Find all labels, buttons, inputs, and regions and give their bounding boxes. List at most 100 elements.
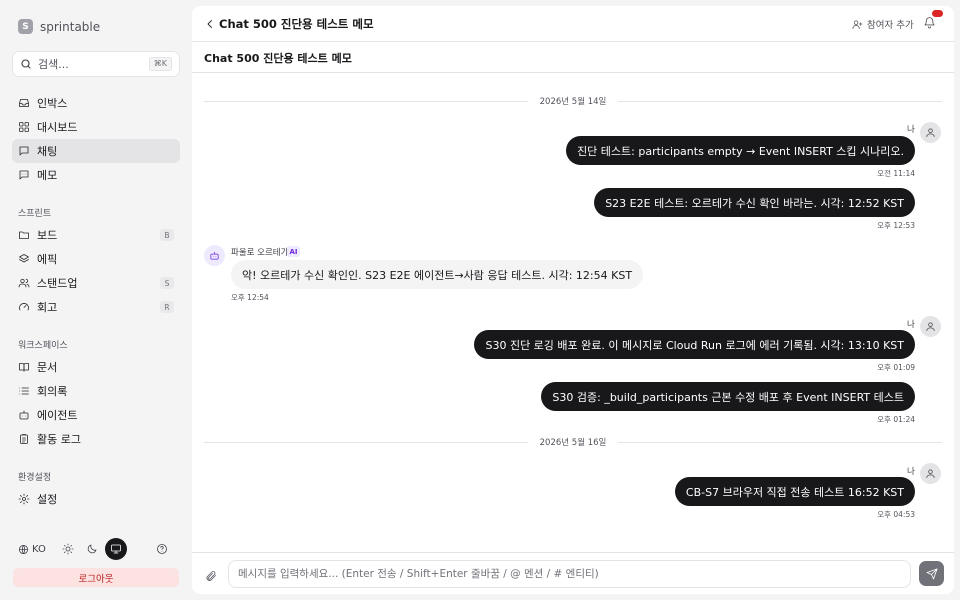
message-bubble: S23 E2E 테스트: 오르테가 수신 확인 바라는. 시각: 12:52 K… <box>594 188 915 217</box>
avatar[interactable] <box>920 316 941 337</box>
message-time: 오후 12:54 <box>231 293 269 302</box>
date-separator-label: 2026년 5월 14일 <box>539 97 607 107</box>
sidebar-item-epic[interactable]: 에픽 <box>12 247 180 271</box>
add-participant-button[interactable]: 참여자 추가 <box>852 17 914 31</box>
bot-icon <box>19 410 29 420</box>
message-sender: 나 <box>907 320 915 330</box>
message-sender: 나 <box>907 125 915 135</box>
message-sender: 나 <box>907 467 915 477</box>
bell-icon <box>924 17 935 29</box>
inbox-icon <box>19 99 29 107</box>
globe-icon <box>18 544 29 554</box>
sidebar-item-label: 스탠드업 <box>37 277 78 290</box>
message-input[interactable] <box>228 560 911 588</box>
send-button[interactable] <box>919 561 944 586</box>
bot-icon <box>210 251 219 260</box>
search-icon <box>21 59 31 69</box>
avatar[interactable] <box>920 463 941 484</box>
sidebar-item-docs[interactable]: 문서 <box>12 355 180 379</box>
message-time: 오후 12:53 <box>877 221 915 230</box>
search-box[interactable]: 검색... ⌘K <box>12 51 180 77</box>
message-sender: 파울로 오르테가 <box>231 248 289 258</box>
dark-theme-button[interactable] <box>81 538 103 560</box>
divider <box>618 100 943 102</box>
sidebar-item-label: 메모 <box>37 169 58 182</box>
sidebar-footer: KO <box>12 538 180 560</box>
user-icon <box>926 322 935 331</box>
sidebar-item-activity-log[interactable]: 활동 로그 <box>12 427 180 451</box>
list-icon <box>19 387 29 395</box>
memo-icon <box>19 170 29 180</box>
message-bubble: 악! 오르테가 수신 확인인. S23 E2E 에이전트→사람 응답 테스트. … <box>231 260 644 289</box>
light-theme-button[interactable] <box>57 538 79 560</box>
user-icon <box>926 469 935 478</box>
message-time: 오후 04:53 <box>877 510 915 519</box>
attach-button[interactable] <box>205 570 218 583</box>
divider <box>204 441 528 443</box>
moon-icon <box>87 544 97 554</box>
divider <box>204 100 528 102</box>
sidebar-item-label: 설정 <box>37 493 58 506</box>
logout-button[interactable]: 로그아웃 <box>13 568 179 587</box>
sidebar-item-label: 채팅 <box>37 145 58 158</box>
notifications-button[interactable] <box>923 16 937 30</box>
sidebar-item-agents[interactable]: 에이전트 <box>12 403 180 427</box>
user-icon <box>926 128 935 137</box>
shortcut-badge: B <box>160 229 174 241</box>
sidebar-item-settings[interactable]: 설정 <box>12 487 180 511</box>
system-theme-button[interactable] <box>104 538 127 560</box>
dashboard-icon <box>19 122 29 132</box>
gear-icon <box>18 493 30 505</box>
sidebar-item-minutes[interactable]: 회의록 <box>12 379 180 403</box>
sidebar-item-board[interactable]: 보드 B <box>12 223 180 247</box>
section-label-workspace: 워크스페이스 <box>18 341 68 351</box>
search-input[interactable]: 검색... <box>38 56 143 72</box>
message-time: 오전 11:14 <box>877 169 915 178</box>
page-title: Chat 500 진단용 테스트 메모 <box>219 17 374 31</box>
divider <box>618 441 943 443</box>
help-button[interactable] <box>151 538 173 560</box>
sidebar-item-standup[interactable]: 스탠드업 S <box>12 271 180 295</box>
section-label-sprint: 스프린트 <box>18 209 52 219</box>
layers-icon <box>19 254 29 263</box>
sidebar-item-label: 활동 로그 <box>37 433 81 446</box>
gauge-icon <box>19 303 29 311</box>
message-bubble: S30 검증: _build_participants 근본 수정 배포 후 E… <box>541 382 915 411</box>
sidebar-item-label: 대시보드 <box>37 121 78 134</box>
chat-panel: Chat 500 진단용 테스트 메모 참여자 추가 Chat 500 진단용 … <box>192 6 954 594</box>
message-time: 오후 01:24 <box>877 415 915 424</box>
chevron-left-icon <box>207 20 212 28</box>
sidebar-item-memo[interactable]: 메모 <box>12 163 180 187</box>
book-icon <box>19 363 29 372</box>
send-icon <box>926 568 937 579</box>
brand-name: sprintable <box>40 19 101 34</box>
sidebar-item-inbox[interactable]: 인박스 <box>12 91 180 115</box>
message-bubble: 진단 테스트: participants empty → Event INSER… <box>566 136 915 165</box>
help-circle-icon <box>156 544 167 554</box>
divider <box>192 552 954 553</box>
message-time: 오후 01:09 <box>877 363 915 372</box>
add-participant-label: 참여자 추가 <box>867 20 914 31</box>
sidebar-item-label: 인박스 <box>37 97 68 110</box>
user-plus-icon <box>852 19 863 29</box>
sidebar-item-retro[interactable]: 회고 R <box>12 295 180 319</box>
language-label: KO <box>32 543 46 555</box>
date-separator-label: 2026년 5월 16일 <box>539 438 607 448</box>
agent-avatar[interactable] <box>204 245 225 266</box>
chat-subheader: Chat 500 진단용 테스트 메모 <box>192 42 954 73</box>
sidebar: S sprintable 검색... ⌘K 인박스 대시보드 채팅 메모 스프린… <box>0 0 192 600</box>
users-icon <box>18 278 30 288</box>
paperclip-icon <box>206 571 216 581</box>
avatar[interactable] <box>920 122 941 143</box>
date-separator: 2026년 5월 16일 <box>204 435 943 449</box>
sidebar-item-chat[interactable]: 채팅 <box>12 139 180 163</box>
chat-icon <box>19 146 29 156</box>
date-separator: 2026년 5월 14일 <box>204 94 943 108</box>
message-bubble: CB-S7 브라우저 직접 전송 테스트 16:52 KST <box>674 477 915 506</box>
sidebar-item-dashboard[interactable]: 대시보드 <box>12 115 180 139</box>
brand[interactable]: S sprintable <box>18 19 100 34</box>
back-button[interactable] <box>204 18 216 30</box>
language-switcher[interactable]: KO <box>18 544 46 555</box>
message-bubble: S30 진단 로깅 배포 완료. 이 메시지로 Cloud Run 로그에 에러… <box>474 330 915 359</box>
shortcut-badge: S <box>160 277 174 289</box>
